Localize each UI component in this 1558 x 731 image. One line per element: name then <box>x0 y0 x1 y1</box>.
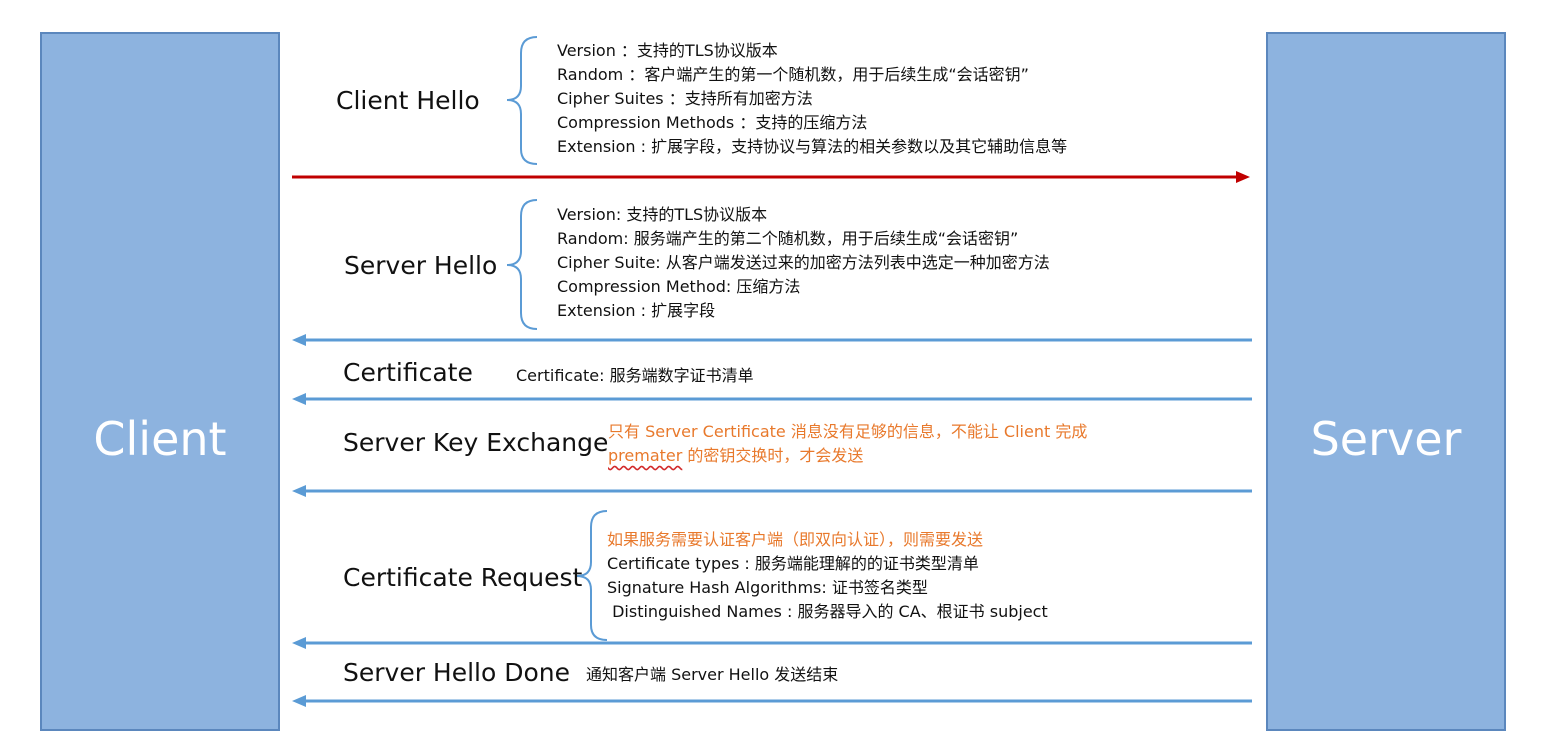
certificate-request-note: 如果服务需要认证客户端（即双向认证），则需要发送 <box>607 530 984 549</box>
server-key-exchange-note: 只有 Server Certificate 消息没有足够的信息，不能让 Clie… <box>608 420 1087 468</box>
certificate-title: Certificate <box>343 358 473 387</box>
client-hello-arrowhead <box>1236 171 1250 183</box>
server-hello-field: Cipher Suite: 从客户端发送过来的加密方法列表中选定一种加密方法 <box>557 253 1050 272</box>
server-key-exchange-note-line2-rest: 的密钥交换时，才会发送 <box>682 446 864 465</box>
certificate-request-arrowhead <box>292 637 306 649</box>
server-key-exchange-arrowhead <box>292 485 306 497</box>
server-hello-title: Server Hello <box>344 251 498 280</box>
server-hello-done-desc: 通知客户端 Server Hello 发送结束 <box>586 665 839 684</box>
premater-word: premater <box>608 446 683 465</box>
client-hello-field: Extension : 扩展字段，支持协议与算法的相关参数以及其它辅助信息等 <box>557 137 1068 156</box>
server-hello-brace <box>506 199 538 330</box>
server-hello-field: Extension : 扩展字段 <box>557 301 716 320</box>
certificate-request-title: Certificate Request <box>343 563 583 592</box>
server-hello-fields: Version: 支持的TLS协议版本 Random: 服务端产生的第二个随机数… <box>557 203 1050 323</box>
certificate-desc: Certificate: 服务端数字证书清单 <box>516 366 754 385</box>
server-hello-arrowhead <box>292 334 306 346</box>
client-hello-field: Cipher Suites ：支持所有加密方法 <box>557 89 813 108</box>
certificate-request-field: Distinguished Names : 服务器导入的 CA、根证书 subj… <box>607 602 1048 621</box>
server-hello-field: Compression Method: 压缩方法 <box>557 277 801 296</box>
client-hello-field: Version ：支持的TLS协议版本 <box>557 41 778 60</box>
client-hello-brace <box>506 36 538 165</box>
server-hello-done-arrowhead <box>292 695 306 707</box>
certificate-request-field: Signature Hash Algorithms: 证书签名类型 <box>607 578 928 597</box>
certificate-request-field: Certificate types : 服务端能理解的的证书类型清单 <box>607 554 979 573</box>
client-hello-field: Random ：客户端产生的第一个随机数，用于后续生成“会话密钥” <box>557 65 1029 84</box>
server-hello-field: Random: 服务端产生的第二个随机数，用于后续生成“会话密钥” <box>557 229 1019 248</box>
client-hello-field: Compression Methods ：支持的压缩方法 <box>557 113 868 132</box>
server-hello-field: Version: 支持的TLS协议版本 <box>557 205 768 224</box>
certificate-arrowhead <box>292 393 306 405</box>
certificate-request-fields: 如果服务需要认证客户端（即双向认证），则需要发送 Certificate typ… <box>607 528 1048 624</box>
server-hello-done-title: Server Hello Done <box>343 658 571 687</box>
server-key-exchange-note-line2: premater 的密钥交换时，才会发送 <box>608 444 1087 468</box>
client-hello-title: Client Hello <box>336 86 480 115</box>
server-key-exchange-note-line1: 只有 Server Certificate 消息没有足够的信息，不能让 Clie… <box>608 422 1088 441</box>
server-key-exchange-title: Server Key Exchange <box>343 428 609 457</box>
client-hello-fields: Version ：支持的TLS协议版本 Random ：客户端产生的第一个随机数… <box>557 39 1067 159</box>
